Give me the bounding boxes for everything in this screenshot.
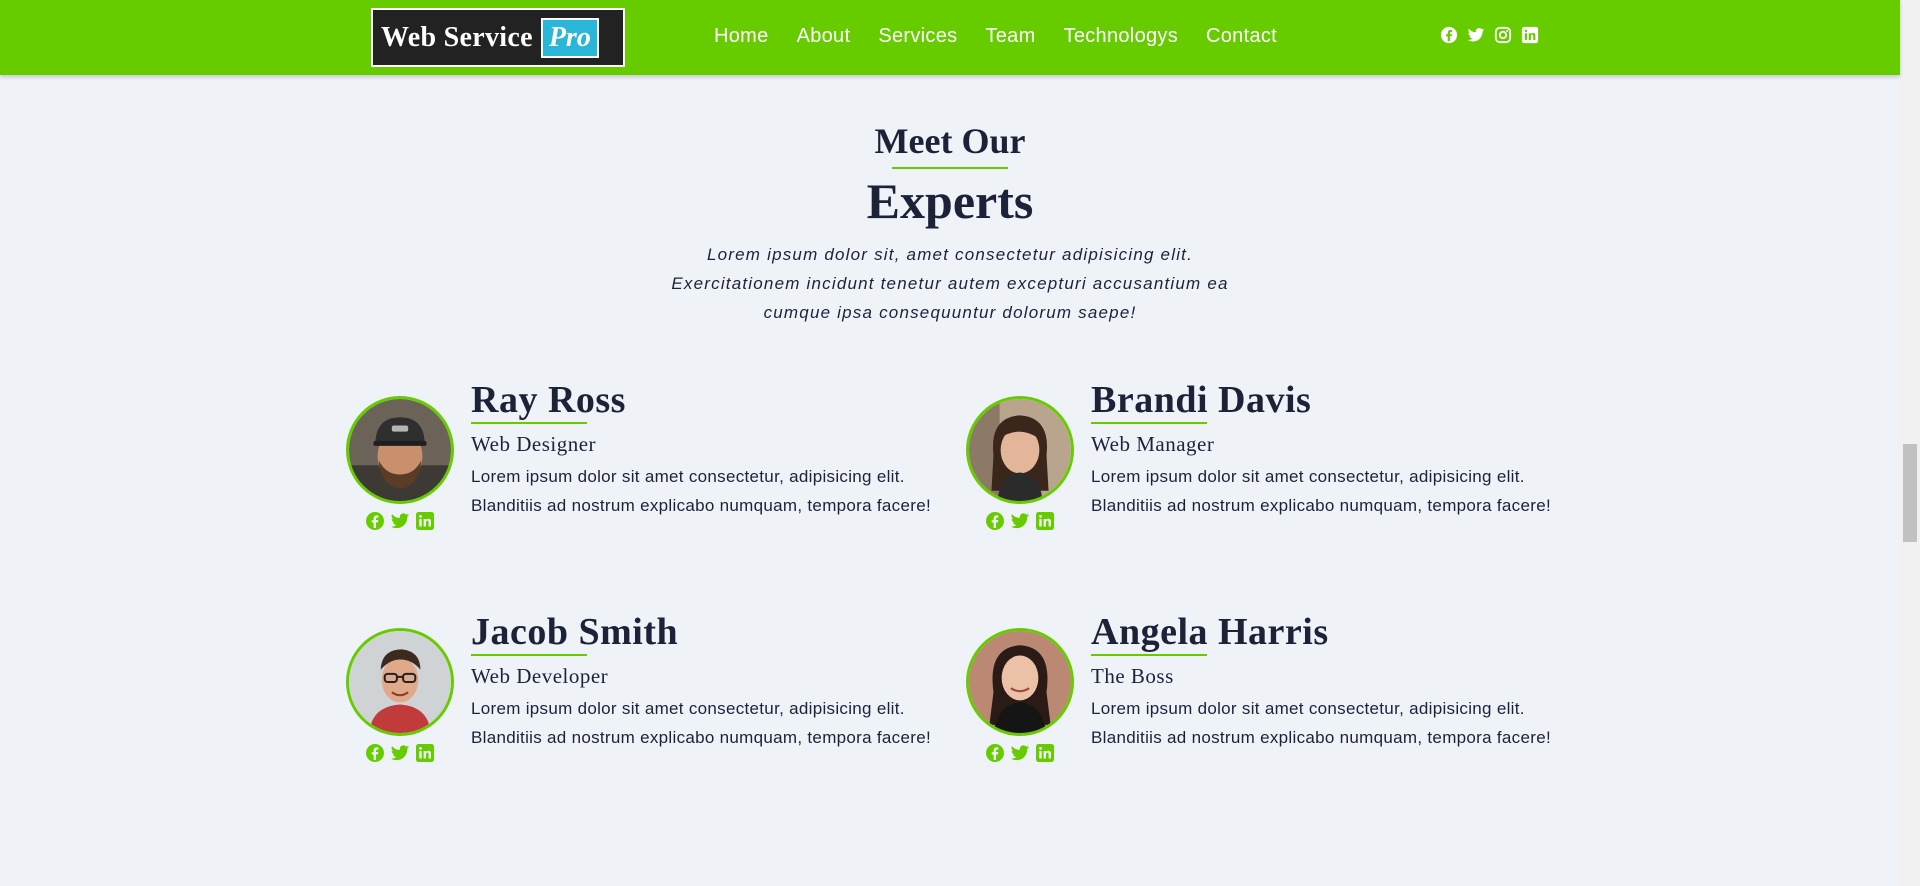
linkedin-icon[interactable] (415, 511, 435, 531)
page-scrollbar[interactable] (1900, 0, 1920, 886)
team-member-card: Angela Harris The Boss Lorem ipsum dolor… (966, 610, 1586, 790)
title-underline (892, 167, 1008, 169)
member-name: Brandi Davis (1091, 379, 1312, 421)
brand-logo[interactable]: Web Service Pro (371, 8, 625, 67)
nav-link-technologys[interactable]: Technologys (1064, 25, 1178, 48)
team-member-card: Ray Ross Web Designer Lorem ipsum dolor … (346, 378, 966, 558)
avatar (966, 396, 1074, 504)
section-title-experts: Experts (866, 173, 1034, 229)
member-role: Web Designer (471, 432, 597, 456)
brand-badge: Pro (540, 17, 599, 58)
nav-link-home[interactable]: Home (714, 25, 769, 48)
navbar: Web Service Pro Home About Services Team… (0, 0, 1900, 75)
facebook-icon[interactable] (1440, 26, 1458, 44)
member-role: Web Manager (1091, 432, 1215, 456)
twitter-icon[interactable] (1010, 511, 1030, 531)
avatar (966, 628, 1074, 736)
twitter-icon[interactable] (390, 743, 410, 763)
member-name: Angela Harris (1091, 611, 1329, 653)
member-name: Ray Ross (471, 379, 626, 421)
member-bio: Lorem ipsum dolor sit amet consectetur, … (1091, 467, 1551, 515)
avatar (346, 628, 454, 736)
nav-link-team[interactable]: Team (985, 25, 1035, 48)
member-social-links (365, 511, 435, 531)
name-underline (1091, 422, 1207, 424)
facebook-icon[interactable] (985, 511, 1005, 531)
scrollbar-thumb[interactable] (1903, 444, 1917, 542)
nav-link-about[interactable]: About (797, 25, 851, 48)
facebook-icon[interactable] (365, 743, 385, 763)
member-social-links (985, 511, 1055, 531)
name-underline (1091, 654, 1207, 656)
name-underline (471, 654, 587, 656)
instagram-icon[interactable] (1494, 26, 1512, 44)
member-name: Jacob Smith (471, 611, 679, 653)
avatar (346, 396, 454, 504)
name-underline (471, 422, 587, 424)
member-social-links (365, 743, 435, 763)
nav-link-contact[interactable]: Contact (1206, 25, 1277, 48)
member-role: Web Developer (471, 664, 609, 688)
linkedin-icon[interactable] (1521, 26, 1539, 44)
linkedin-icon[interactable] (1035, 511, 1055, 531)
brand-name: Web Service (381, 21, 533, 53)
twitter-icon[interactable] (1010, 743, 1030, 763)
member-bio: Lorem ipsum dolor sit amet consectetur, … (471, 467, 931, 515)
linkedin-icon[interactable] (415, 743, 435, 763)
team-member-card: Brandi Davis Web Manager Lorem ipsum dol… (966, 378, 1586, 558)
team-member-card: Jacob Smith Web Developer Lorem ipsum do… (346, 610, 966, 790)
section-description: Lorem ipsum dolor sit, amet consectetur … (671, 245, 1229, 322)
facebook-icon[interactable] (985, 743, 1005, 763)
nav-link-services[interactable]: Services (878, 25, 957, 48)
linkedin-icon[interactable] (1035, 743, 1055, 763)
twitter-icon[interactable] (390, 511, 410, 531)
member-social-links (985, 743, 1055, 763)
nav-social-links (1440, 26, 1539, 44)
member-bio: Lorem ipsum dolor sit amet consectetur, … (1091, 699, 1551, 747)
facebook-icon[interactable] (365, 511, 385, 531)
nav-menu: Home About Services Team Technologys Con… (714, 0, 1305, 72)
member-bio: Lorem ipsum dolor sit amet consectetur, … (471, 699, 931, 747)
member-role: The Boss (1091, 664, 1174, 688)
twitter-icon[interactable] (1467, 26, 1485, 44)
section-title-meet-our: Meet Our (874, 121, 1026, 161)
